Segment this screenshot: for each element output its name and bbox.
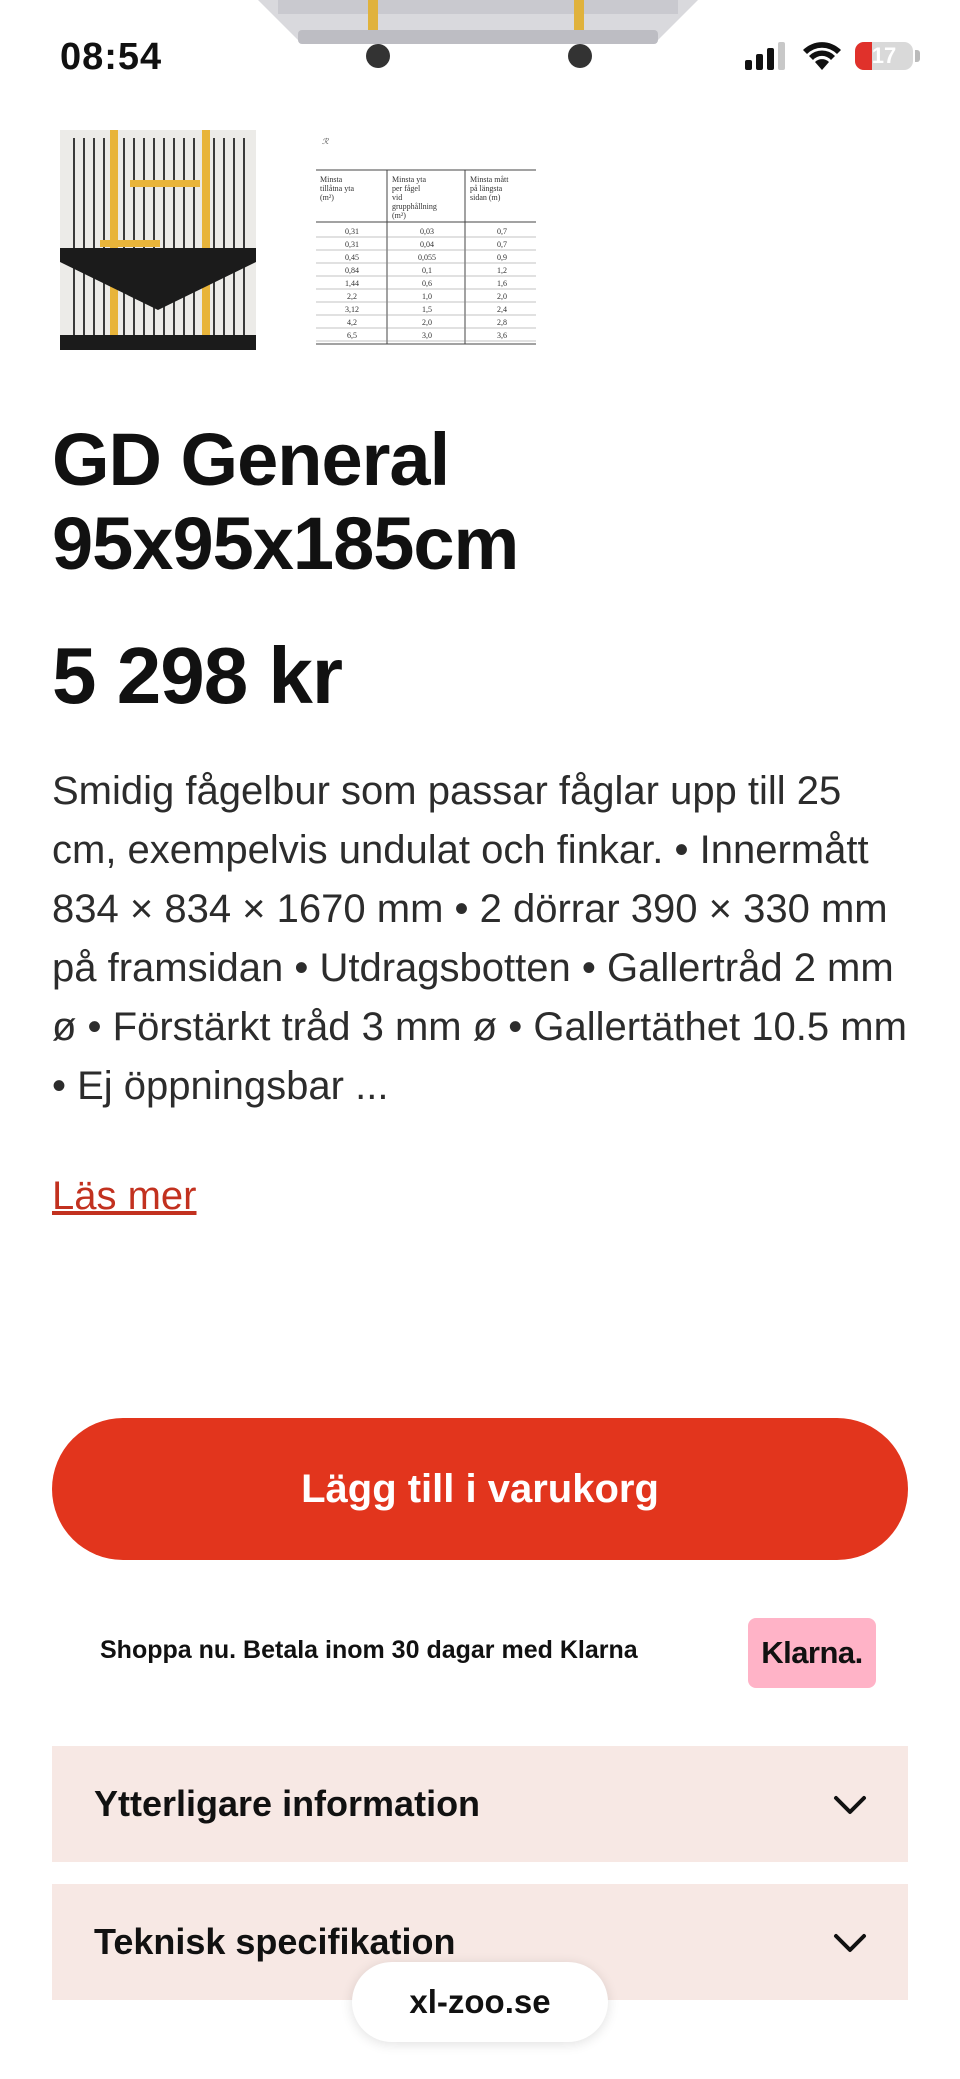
size-table-cell: 2,8 <box>497 318 507 327</box>
size-table-cell: 4,2 <box>347 318 357 327</box>
thumbnail-cage-image[interactable] <box>60 130 256 350</box>
product-title: GD General 95x95x185cm <box>52 418 519 585</box>
browser-url-pill[interactable]: xl-zoo.se <box>352 1962 608 2042</box>
size-table-cell: 1,2 <box>497 266 507 275</box>
size-table-cell: 1,5 <box>422 305 432 314</box>
read-more-link[interactable]: Läs mer <box>52 1174 197 1219</box>
add-to-cart-button[interactable]: Lägg till i varukorg <box>52 1418 908 1560</box>
size-table-cell: 2,4 <box>497 305 507 314</box>
size-table-header: per fågel <box>392 184 421 193</box>
size-table-cell: 0,9 <box>497 253 507 262</box>
size-table-cell: 0,45 <box>345 253 359 262</box>
size-table-cell: 1,6 <box>497 279 507 288</box>
size-table-header: på längsta <box>470 184 503 193</box>
size-table-header: grupphållning <box>392 202 437 211</box>
status-icons: 17 <box>745 42 920 70</box>
size-table-cell: 6,5 <box>347 331 357 340</box>
cellular-signal-icon <box>745 42 785 70</box>
size-table-cell: 0,6 <box>422 279 432 288</box>
size-table-cell: 0,7 <box>497 227 507 236</box>
size-table-cell: 2,2 <box>347 292 357 301</box>
size-table-header: (m²) <box>392 211 406 220</box>
size-table-cell: 3,6 <box>497 331 507 340</box>
size-table-cell: 0,7 <box>497 240 507 249</box>
size-table-cell: 0,31 <box>345 240 359 249</box>
chevron-down-icon <box>834 1934 866 1952</box>
size-table-cell: 0,31 <box>345 227 359 236</box>
size-table-cell: 2,0 <box>497 292 507 301</box>
battery-tip <box>915 50 920 62</box>
size-table-cell: 2,0 <box>422 318 432 327</box>
size-table-cell: 0,03 <box>420 227 434 236</box>
size-table-cell: 3,0 <box>422 331 432 340</box>
size-table-header: vid <box>392 193 402 202</box>
size-table-cell: 0,1 <box>422 266 432 275</box>
status-time: 08:54 <box>60 36 163 78</box>
size-table-header: (m²) <box>320 193 334 202</box>
thumbnail-size-table[interactable]: ℛ Minsta tillåtna yta (m²) Minsta yta per få… <box>308 130 536 350</box>
accordion-label: Ytterligare information <box>94 1783 481 1824</box>
battery-level: 17 <box>871 43 897 68</box>
size-table-header: Minsta <box>320 175 343 184</box>
size-table-header: Minsta mått <box>470 175 509 184</box>
cage-image-peek <box>258 0 698 68</box>
size-table-cell: 3,12 <box>345 305 359 314</box>
size-table-header: tillåtna yta <box>320 184 354 193</box>
size-table-header: sidan (m) <box>470 193 501 202</box>
size-table-cell: 0,84 <box>345 266 359 275</box>
accordion-additional-information[interactable]: Ytterligare information <box>52 1746 908 1862</box>
battery-icon: 17 <box>855 42 913 70</box>
size-table-cell: 0,04 <box>420 240 434 249</box>
klarna-message: Shoppa nu. Betala inom 30 dagar med Klar… <box>100 1636 638 1664</box>
product-price: 5 298 kr <box>52 631 343 720</box>
cage-thumbnail-graphic <box>60 130 256 350</box>
svg-text:ℛ: ℛ <box>322 137 329 146</box>
product-description: Smidig fågelbur som passar fåglar upp ti… <box>52 769 907 1108</box>
klarna-logo: Klarna. <box>748 1618 876 1688</box>
size-table-cell: 0,055 <box>418 253 436 262</box>
size-table-cell: 1,0 <box>422 292 432 301</box>
chevron-down-icon <box>834 1796 866 1814</box>
wifi-icon <box>803 42 841 70</box>
size-table-cell: 1,44 <box>345 279 359 288</box>
size-table-header: Minsta yta <box>392 175 426 184</box>
status-bar: 08:54 17 <box>0 0 960 110</box>
size-table-graphic: ℛ Minstatillåtna yta(m²)Minsta ytaper få… <box>316 137 536 345</box>
